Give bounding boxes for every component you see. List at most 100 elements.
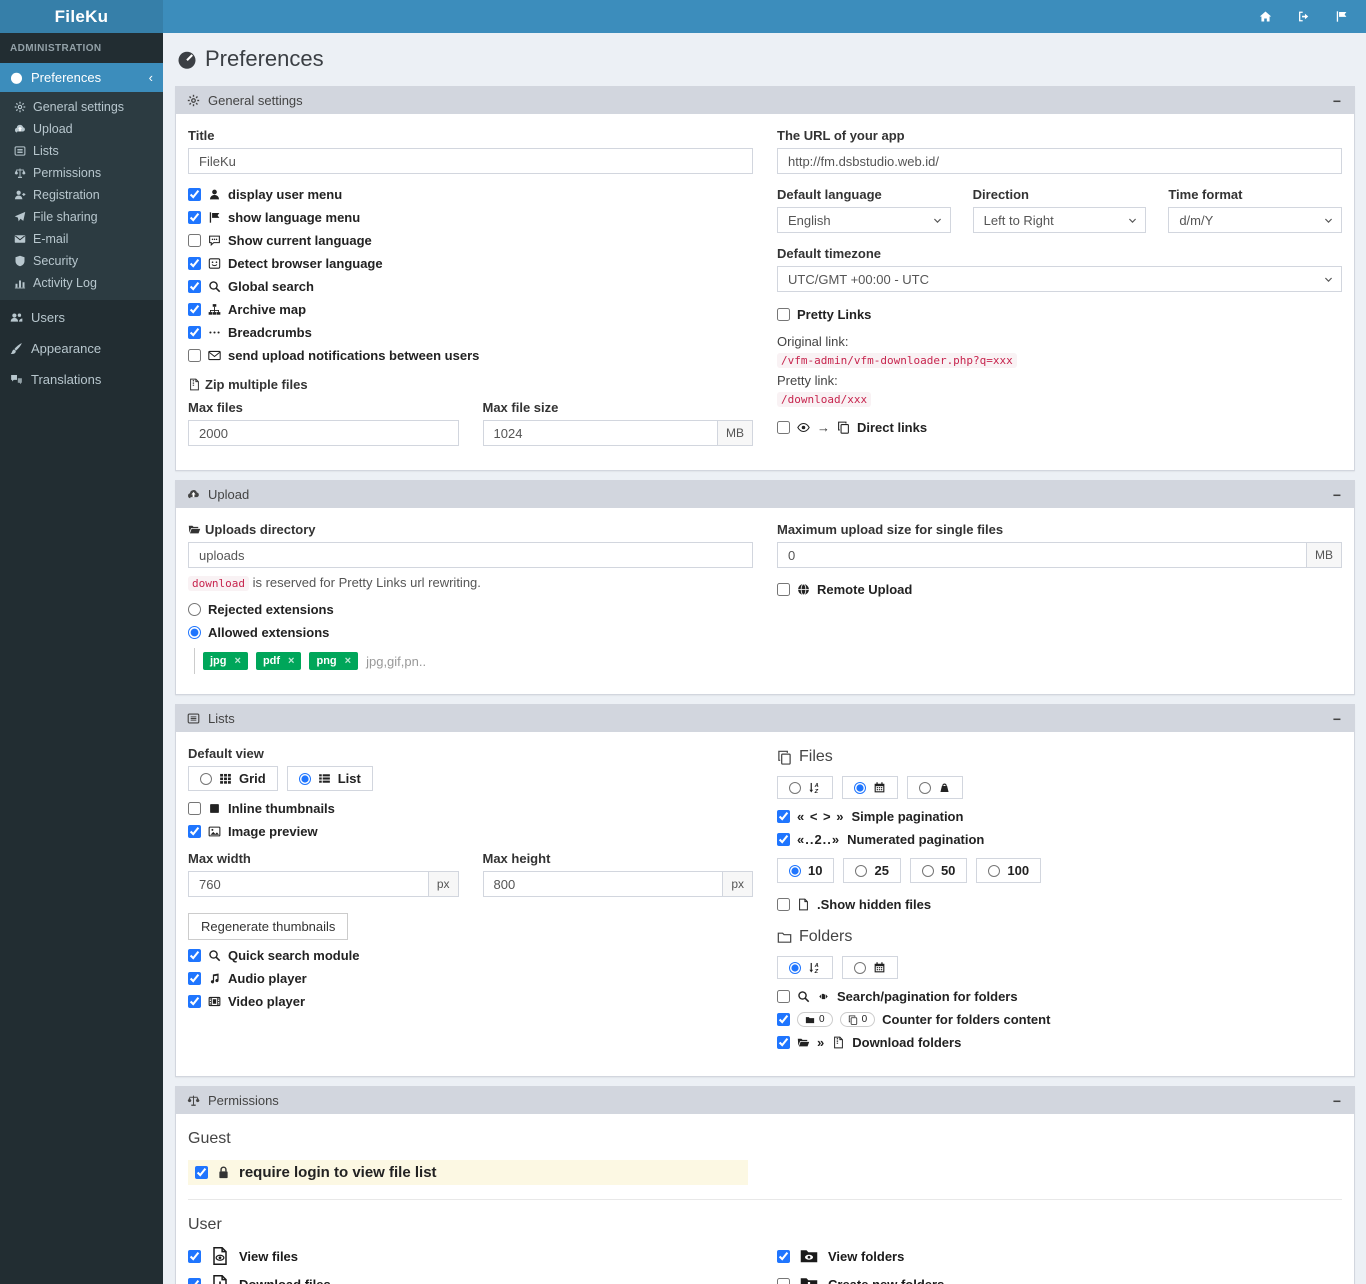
remove-tag-icon[interactable]: × bbox=[235, 655, 241, 667]
sidebar-item-general-settings[interactable]: General settings bbox=[0, 96, 163, 118]
checkbox[interactable] bbox=[777, 1013, 790, 1026]
sidebar-item-permissions[interactable]: Permissions bbox=[0, 162, 163, 184]
checkbox[interactable] bbox=[188, 303, 201, 316]
radio-files-sort-size[interactable] bbox=[907, 776, 963, 799]
option-simple-pagination[interactable]: « < > » Simple pagination bbox=[777, 809, 1342, 824]
sidebar-item-translations[interactable]: Translations bbox=[0, 364, 163, 395]
checkbox[interactable] bbox=[188, 972, 201, 985]
uploads-directory-input[interactable] bbox=[188, 542, 753, 568]
option-download-files[interactable]: Download files bbox=[188, 1274, 753, 1284]
regenerate-thumbnails-button[interactable]: Regenerate thumbnails bbox=[188, 913, 349, 940]
sidebar-item-file-sharing[interactable]: File sharing bbox=[0, 206, 163, 228]
checkbox[interactable] bbox=[777, 1036, 790, 1049]
remove-tag-icon[interactable]: × bbox=[345, 655, 351, 667]
extensions-tag-input[interactable]: jpg × pdf × png × jpg,gif,pn.. bbox=[194, 648, 753, 674]
radio[interactable] bbox=[200, 772, 212, 785]
checkbox[interactable] bbox=[188, 257, 201, 270]
option-global-search[interactable]: Global search bbox=[188, 279, 753, 294]
checkbox[interactable] bbox=[777, 810, 790, 823]
option-counter-folders[interactable]: 0 0 Counter for folders content bbox=[777, 1012, 1342, 1027]
option-search-pagination-folders[interactable]: Search/pagination for folders bbox=[777, 989, 1342, 1004]
option-direct-links[interactable]: → Direct links bbox=[777, 420, 1342, 435]
collapse-button[interactable]: − bbox=[1331, 1094, 1343, 1108]
radio[interactable] bbox=[855, 864, 868, 877]
flag-icon[interactable] bbox=[1326, 0, 1356, 33]
radio-per-page-100[interactable]: 100 bbox=[976, 858, 1042, 883]
max-width-input[interactable] bbox=[188, 871, 429, 897]
radio-per-page-10[interactable]: 10 bbox=[777, 858, 835, 883]
radio[interactable] bbox=[921, 864, 934, 877]
option-inline-thumbnails[interactable]: Inline thumbnails bbox=[188, 801, 753, 816]
title-input[interactable] bbox=[188, 148, 753, 174]
radio[interactable] bbox=[854, 961, 866, 974]
option-show-current-language[interactable]: Show current language bbox=[188, 233, 753, 248]
option-require-login[interactable]: require login to view file list bbox=[188, 1160, 748, 1185]
max-files-input[interactable] bbox=[188, 420, 459, 446]
radio-allowed-extensions[interactable]: Allowed extensions bbox=[188, 625, 753, 640]
radio[interactable] bbox=[188, 626, 201, 639]
checkbox[interactable] bbox=[777, 898, 790, 911]
option-download-folders[interactable]: » Download folders bbox=[777, 1035, 1342, 1050]
app-logo[interactable]: FileKu bbox=[0, 0, 163, 33]
option-upload-notifications[interactable]: send upload notifications between users bbox=[188, 348, 753, 363]
sidebar-item-lists[interactable]: Lists bbox=[0, 140, 163, 162]
collapse-button[interactable]: − bbox=[1331, 94, 1343, 108]
option-video-player[interactable]: Video player bbox=[188, 994, 753, 1009]
checkbox[interactable] bbox=[188, 802, 201, 815]
option-audio-player[interactable]: Audio player bbox=[188, 971, 753, 986]
collapse-button[interactable]: − bbox=[1331, 712, 1343, 726]
checkbox[interactable] bbox=[777, 833, 790, 846]
checkbox[interactable] bbox=[188, 326, 201, 339]
max-upload-size-input[interactable] bbox=[777, 542, 1307, 568]
radio-per-page-25[interactable]: 25 bbox=[843, 858, 901, 883]
option-show-language-menu[interactable]: show language menu bbox=[188, 210, 753, 225]
option-quick-search[interactable]: Quick search module bbox=[188, 948, 753, 963]
time-format-select[interactable]: d/m/Y bbox=[1168, 207, 1342, 233]
option-detect-browser-language[interactable]: Detect browser language bbox=[188, 256, 753, 271]
checkbox[interactable] bbox=[188, 234, 201, 247]
checkbox[interactable] bbox=[188, 211, 201, 224]
sidebar-item-appearance[interactable]: Appearance bbox=[0, 333, 163, 364]
default-timezone-select[interactable]: UTC/GMT +00:00 - UTC bbox=[777, 266, 1342, 292]
checkbox[interactable] bbox=[195, 1166, 208, 1179]
radio-per-page-50[interactable]: 50 bbox=[909, 858, 968, 883]
checkbox[interactable] bbox=[777, 308, 790, 321]
checkbox[interactable] bbox=[188, 188, 201, 201]
radio-view-grid[interactable]: Grid bbox=[188, 766, 278, 791]
option-breadcrumbs[interactable]: Breadcrumbs bbox=[188, 325, 753, 340]
sidebar-item-registration[interactable]: Registration bbox=[0, 184, 163, 206]
sidebar-item-upload[interactable]: Upload bbox=[0, 118, 163, 140]
checkbox[interactable] bbox=[188, 349, 201, 362]
radio[interactable] bbox=[919, 781, 931, 794]
checkbox[interactable] bbox=[188, 949, 201, 962]
checkbox[interactable] bbox=[188, 995, 201, 1008]
option-remote-upload[interactable]: Remote Upload bbox=[777, 582, 1342, 597]
radio-rejected-extensions[interactable]: Rejected extensions bbox=[188, 602, 753, 617]
max-height-input[interactable] bbox=[482, 871, 724, 897]
option-create-folders[interactable]: Create new folders bbox=[777, 1274, 1342, 1284]
radio[interactable] bbox=[188, 603, 201, 616]
radio[interactable] bbox=[298, 772, 311, 785]
checkbox[interactable] bbox=[188, 825, 201, 838]
sidebar-item-email[interactable]: E-mail bbox=[0, 228, 163, 250]
radio[interactable] bbox=[988, 864, 1001, 877]
sidebar-item-preferences[interactable]: Preferences ‹ bbox=[0, 63, 163, 92]
radio[interactable] bbox=[789, 864, 801, 877]
checkbox[interactable] bbox=[777, 1249, 790, 1263]
max-file-size-input[interactable] bbox=[482, 420, 718, 446]
radio-files-sort-date[interactable] bbox=[842, 776, 898, 799]
option-image-preview[interactable]: Image preview bbox=[188, 824, 753, 839]
radio[interactable] bbox=[789, 781, 801, 794]
option-view-files[interactable]: View files bbox=[188, 1246, 753, 1266]
radio-folders-sort-date[interactable] bbox=[842, 956, 898, 979]
checkbox[interactable] bbox=[777, 421, 790, 434]
checkbox[interactable] bbox=[188, 1277, 201, 1284]
sign-out-icon[interactable] bbox=[1288, 0, 1318, 33]
app-url-input[interactable] bbox=[777, 148, 1342, 174]
sidebar-item-activity-log[interactable]: Activity Log bbox=[0, 272, 163, 294]
option-view-folders[interactable]: View folders bbox=[777, 1246, 1342, 1266]
option-archive-map[interactable]: Archive map bbox=[188, 302, 753, 317]
checkbox[interactable] bbox=[777, 583, 790, 596]
option-pretty-links[interactable]: Pretty Links bbox=[777, 307, 1342, 322]
option-show-hidden-files[interactable]: .Show hidden files bbox=[777, 897, 1342, 912]
